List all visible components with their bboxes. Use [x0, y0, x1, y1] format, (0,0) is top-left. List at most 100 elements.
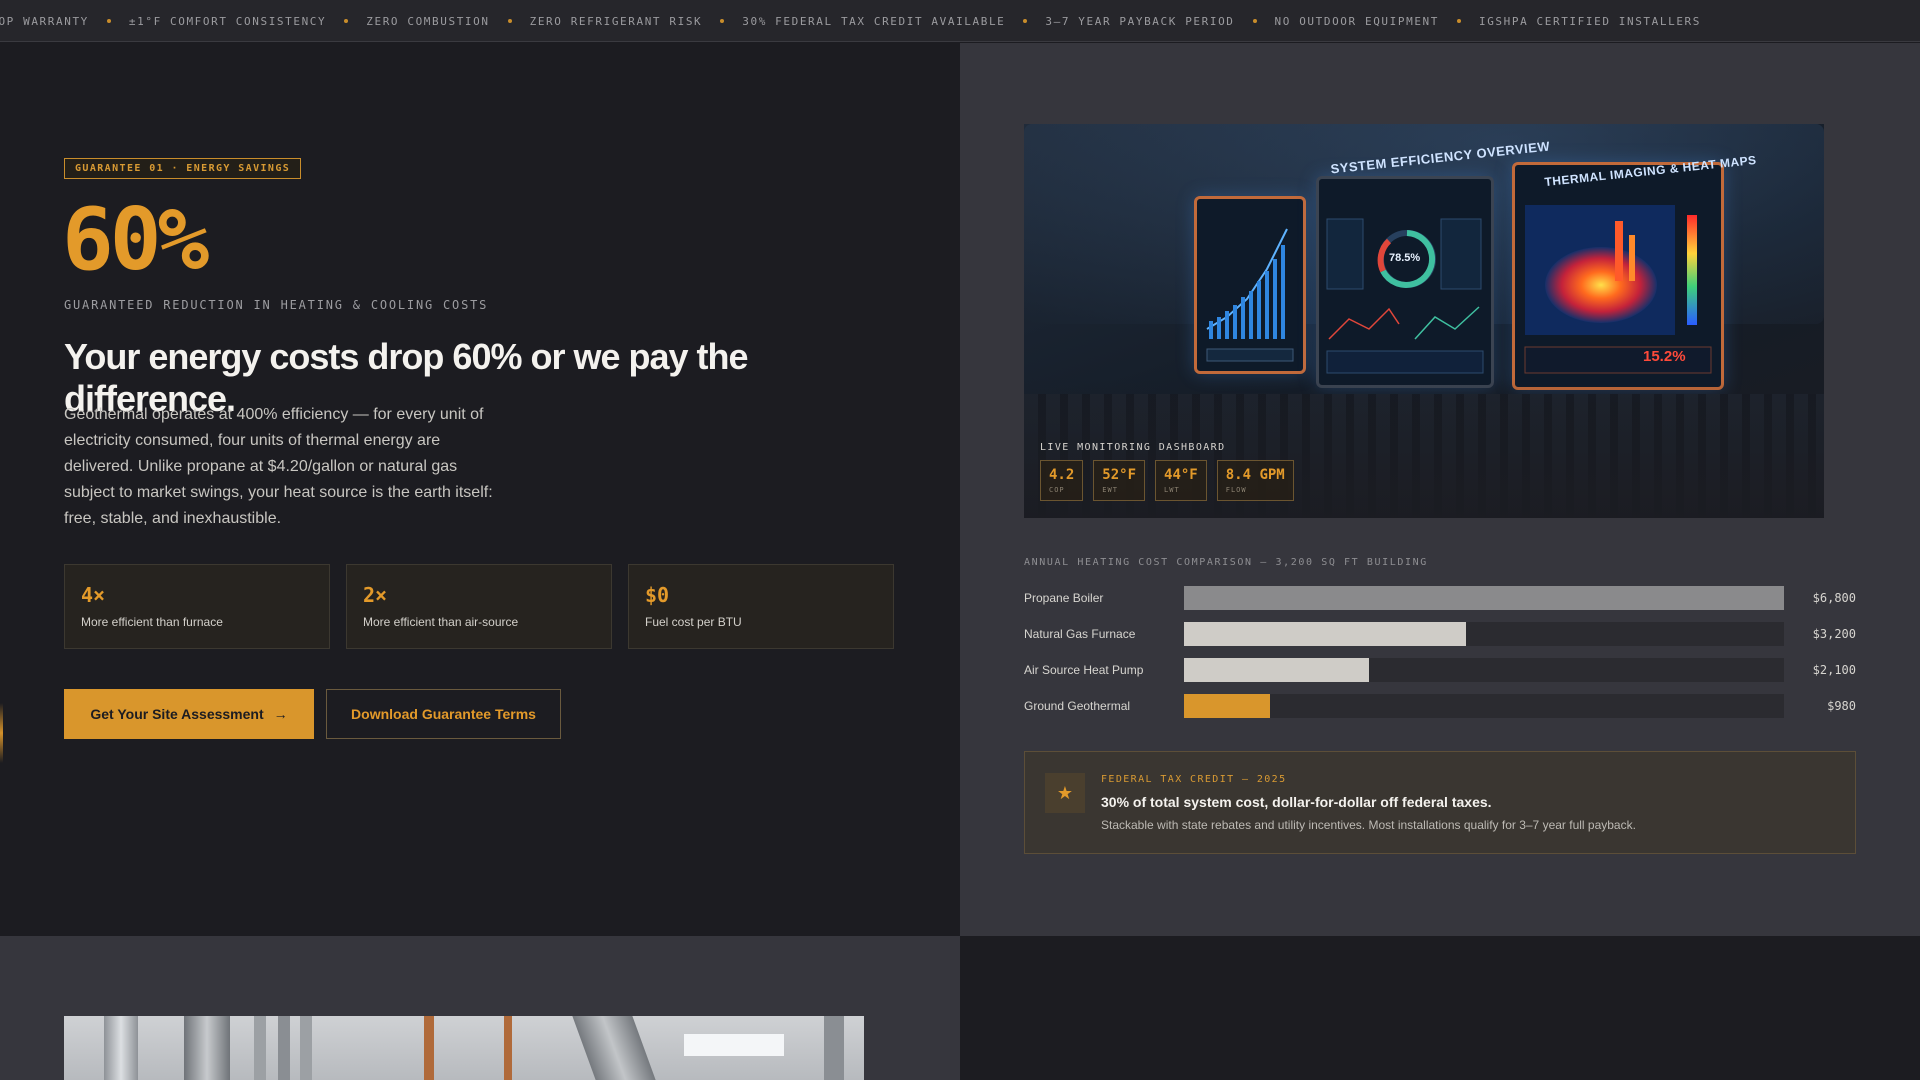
efficiency-graphic: [1326, 218, 1484, 374]
mechanical-room-photo: [64, 1016, 864, 1080]
metric-label: EWT: [1102, 486, 1118, 494]
ticker-text: NO OUTDOOR EQUIPMENT: [1274, 14, 1439, 28]
ticker-item: LOOP WARRANTY: [0, 15, 111, 28]
arrow-right-icon: →: [273, 706, 288, 722]
thermal-map-graphic: [1524, 205, 1712, 374]
tax-subtext: Stackable with state rebates and utility…: [1101, 818, 1636, 832]
metric-lwt: 44°F LWT: [1155, 460, 1207, 501]
dot-icon: [1456, 19, 1461, 23]
pipe: [824, 1016, 844, 1080]
comparison-bar: [1184, 694, 1271, 718]
dot-icon: [720, 19, 725, 23]
stat-label: Fuel cost per BTU: [645, 615, 742, 629]
site-assessment-button[interactable]: Get Your Site Assessment →: [64, 689, 314, 739]
ticker-item: ZERO REFRIGERANT RISK: [530, 15, 725, 28]
pipe: [184, 1016, 230, 1080]
stat-label: More efficient than furnace: [81, 615, 223, 629]
ticker-text: ±1°F COMFORT CONSISTENCY: [128, 14, 327, 28]
comparison-label: Air Source Heat Pump: [1024, 663, 1144, 677]
metric-value: 4.2: [1049, 467, 1075, 483]
monitor-right: 15.2%: [1512, 162, 1724, 390]
comparison-value: $2,100: [1812, 663, 1856, 677]
stat-caption: GUARANTEED REDUCTION IN HEATING & COOLIN…: [64, 298, 489, 312]
tax-kicker: FEDERAL TAX CREDIT — 2025: [1101, 774, 1287, 785]
comparison-row: Natural Gas Furnace $3,200: [1024, 622, 1856, 646]
stat-label: More efficient than air-source: [363, 615, 519, 629]
site-assessment-label: Get Your Site Assessment: [90, 706, 264, 722]
comparison-track: [1184, 622, 1784, 646]
copper-pipe: [424, 1016, 434, 1080]
copper-pipe: [504, 1016, 512, 1080]
stat-card: $0 Fuel cost per BTU: [628, 564, 894, 649]
metric-value: 44°F: [1164, 467, 1198, 483]
dot-icon: [1252, 19, 1257, 23]
dashboard-metrics: 4.2 COP 52°F EWT 44°F LWT 8.4 GPM FLOW: [1040, 460, 1294, 501]
ticker-item: ZERO COMBUSTION: [366, 15, 512, 28]
ticker-text: IGSHPA CERTIFIED INSTALLERS: [1478, 14, 1701, 28]
monitor-center: 78.5%: [1316, 176, 1494, 388]
pipe: [278, 1016, 290, 1080]
comparison-bar: [1184, 622, 1467, 646]
dot-icon: [344, 19, 349, 23]
stat-value: 2×: [363, 583, 388, 607]
dot-icon: [106, 19, 111, 23]
comparison-title: ANNUAL HEATING COST COMPARISON — 3,200 S…: [1024, 557, 1428, 568]
stat-value: $0: [645, 583, 670, 607]
dashboard-label: LIVE MONITORING DASHBOARD: [1040, 442, 1226, 453]
comparison-track: [1184, 694, 1784, 718]
ticker-text: 30% FEDERAL TAX CREDIT AVAILABLE: [742, 14, 1006, 28]
comparison-label: Natural Gas Furnace: [1024, 627, 1136, 641]
bar-graph-graphic: [1206, 228, 1294, 362]
ticker-text: 3–7 YEAR PAYBACK PERIOD: [1045, 14, 1235, 28]
metric-value: 8.4 GPM: [1225, 467, 1285, 483]
comparison-bar: [1184, 586, 1784, 610]
comparison-value: $980: [1827, 699, 1856, 713]
comparison-track: [1184, 658, 1784, 682]
dot-icon: [1023, 19, 1028, 23]
comparison-label: Ground Geothermal: [1024, 699, 1131, 713]
ceiling-light: [684, 1034, 784, 1056]
thermal-loss-value: 15.2%: [1643, 348, 1686, 365]
tax-headline: 30% of total system cost, dollar-for-dol…: [1101, 794, 1492, 810]
comparison-track: [1184, 586, 1784, 610]
dashboard-image: 78.5% SYSTEM EFFICIENCY OVERVIEW 15.2% T…: [1024, 124, 1824, 518]
guarantee-tag: GUARANTEE 01 · ENERGY SAVINGS: [64, 158, 302, 179]
accent-edge: [0, 703, 3, 763]
ticker-text: LOOP WARRANTY: [0, 14, 89, 28]
pipe: [300, 1016, 312, 1080]
comparison-row: Propane Boiler $6,800: [1024, 586, 1856, 610]
monitor-left: [1194, 196, 1306, 374]
big-stat: 60%: [62, 190, 209, 290]
stat-value: 4×: [81, 583, 106, 607]
pipe: [104, 1016, 138, 1080]
comparison-bar: [1184, 658, 1370, 682]
next-section-right: [960, 936, 1920, 1080]
metric-ewt: 52°F EWT: [1093, 460, 1146, 501]
comparison-value: $6,800: [1812, 591, 1856, 605]
pipe: [254, 1016, 266, 1080]
ticker-track: LOOP WARRANTY ±1°F COMFORT CONSISTENCY ZER…: [0, 0, 1719, 41]
ticker-item: 30% FEDERAL TAX CREDIT AVAILABLE: [742, 14, 1028, 28]
pipe: [572, 1016, 656, 1080]
ticker-item: ±1°F COMFORT CONSISTENCY: [128, 14, 349, 28]
metric-flow: 8.4 GPM FLOW: [1216, 460, 1294, 501]
metric-value: 52°F: [1102, 467, 1137, 483]
metric-label: FLOW: [1225, 486, 1247, 494]
ticker-item: 3–7 YEAR PAYBACK PERIOD: [1045, 14, 1257, 28]
ticker-item: NO OUTDOOR EQUIPMENT: [1275, 15, 1461, 28]
stat-cards: 4× More efficient than furnace 2× More e…: [64, 564, 894, 649]
tax-credit-callout: ★ FEDERAL TAX CREDIT — 2025 30% of total…: [1024, 751, 1856, 854]
metric-cop: 4.2 COP: [1040, 460, 1084, 501]
stat-card: 2× More efficient than air-source: [346, 564, 612, 649]
ticker-item: IGSHPA CERTIFIED INSTALLERS: [1479, 15, 1701, 28]
stat-card: 4× More efficient than furnace: [64, 564, 330, 649]
ticker-text: ZERO REFRIGERANT RISK: [529, 14, 703, 28]
comparison-row: Air Source Heat Pump $2,100: [1024, 658, 1856, 682]
hero-body: Geothermal operates at 400% efficiency —…: [64, 406, 493, 527]
download-terms-button[interactable]: Download Guarantee Terms: [326, 689, 561, 739]
metric-label: COP: [1049, 486, 1065, 494]
feature-ticker: LOOP WARRANTY ±1°F COMFORT CONSISTENCY ZER…: [0, 0, 1920, 42]
dot-icon: [507, 19, 512, 23]
comparison-value: $3,200: [1812, 627, 1856, 641]
comparison-label: Propane Boiler: [1024, 591, 1104, 605]
